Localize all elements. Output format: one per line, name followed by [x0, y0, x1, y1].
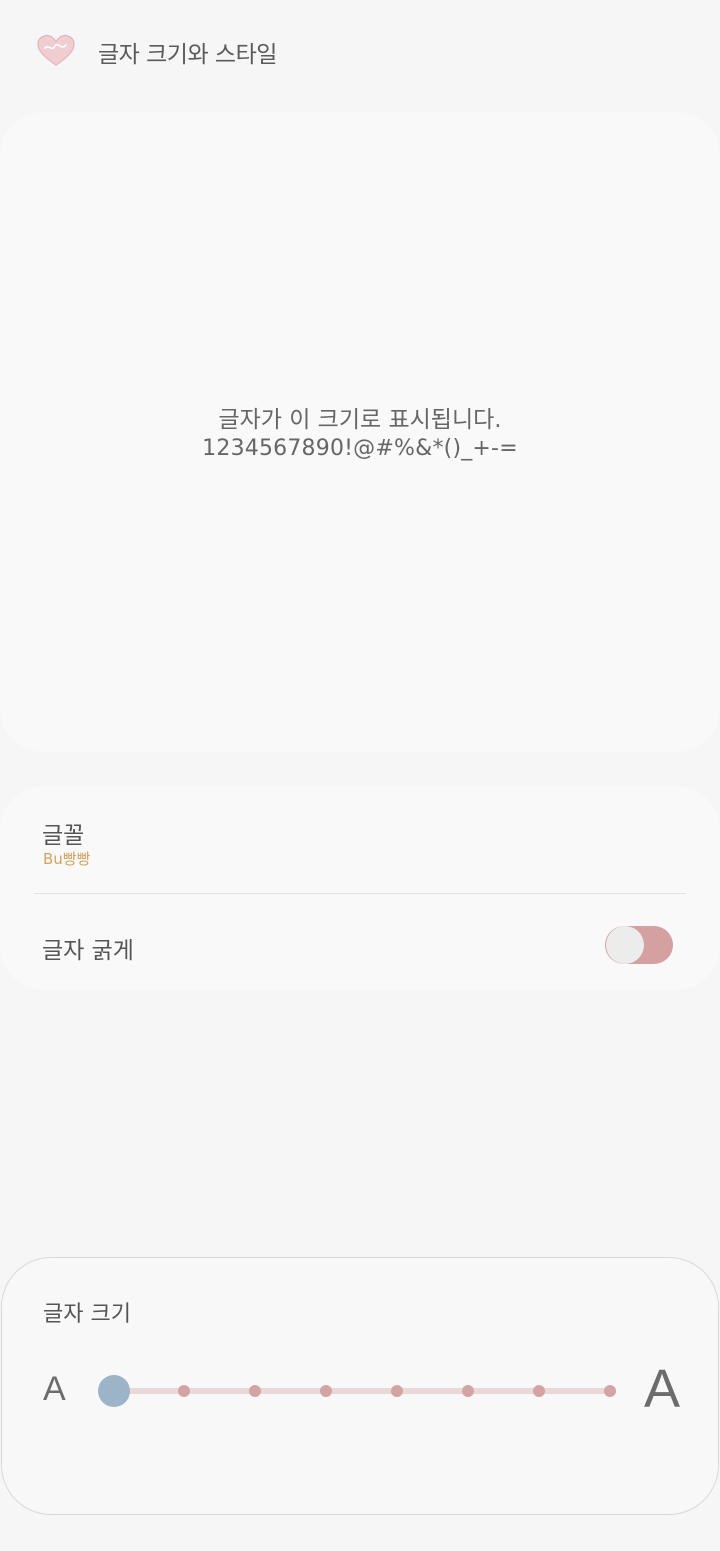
slider-step[interactable]	[462, 1385, 474, 1397]
bold-font-label: 글자 굵게	[42, 938, 134, 964]
heart-back-icon[interactable]	[36, 32, 76, 68]
font-size-panel: 글자 크기 A A	[1, 1257, 719, 1515]
preview-sample-characters: 1234567890!@#%&*()_+-=	[202, 436, 518, 461]
small-text-icon: A	[43, 1370, 66, 1408]
page-title: 글자 크기와 스타일	[98, 42, 277, 68]
font-style-value: Bu빵빵	[43, 850, 91, 868]
slider-step[interactable]	[249, 1385, 261, 1397]
toggle-thumb	[606, 926, 644, 964]
heart-icon-graphic	[37, 34, 75, 66]
font-size-label: 글자 크기	[43, 1302, 131, 1327]
slider-thumb[interactable]	[98, 1375, 130, 1407]
slider-step[interactable]	[320, 1385, 332, 1397]
bold-font-toggle[interactable]	[605, 925, 673, 965]
font-style-title: 글꼴	[42, 823, 85, 849]
settings-card: 글꼴 Bu빵빵 글자 굵게	[0, 786, 720, 990]
bold-font-row[interactable]: 글자 굵게	[0, 894, 720, 990]
preview-sample-text: 글자가 이 크기로 표시됩니다.	[218, 407, 502, 433]
slider-step[interactable]	[604, 1385, 616, 1397]
app-header: 글자 크기와 스타일	[0, 0, 720, 100]
preview-card: 글자가 이 크기로 표시됩니다. 1234567890!@#%&*()_+-=	[0, 112, 720, 752]
font-style-row[interactable]: 글꼴 Bu빵빵	[0, 786, 720, 893]
slider-step[interactable]	[533, 1385, 545, 1397]
font-size-slider[interactable]	[96, 1370, 616, 1410]
large-text-icon: A	[644, 1359, 681, 1419]
slider-step[interactable]	[178, 1385, 190, 1397]
slider-step[interactable]	[391, 1385, 403, 1397]
